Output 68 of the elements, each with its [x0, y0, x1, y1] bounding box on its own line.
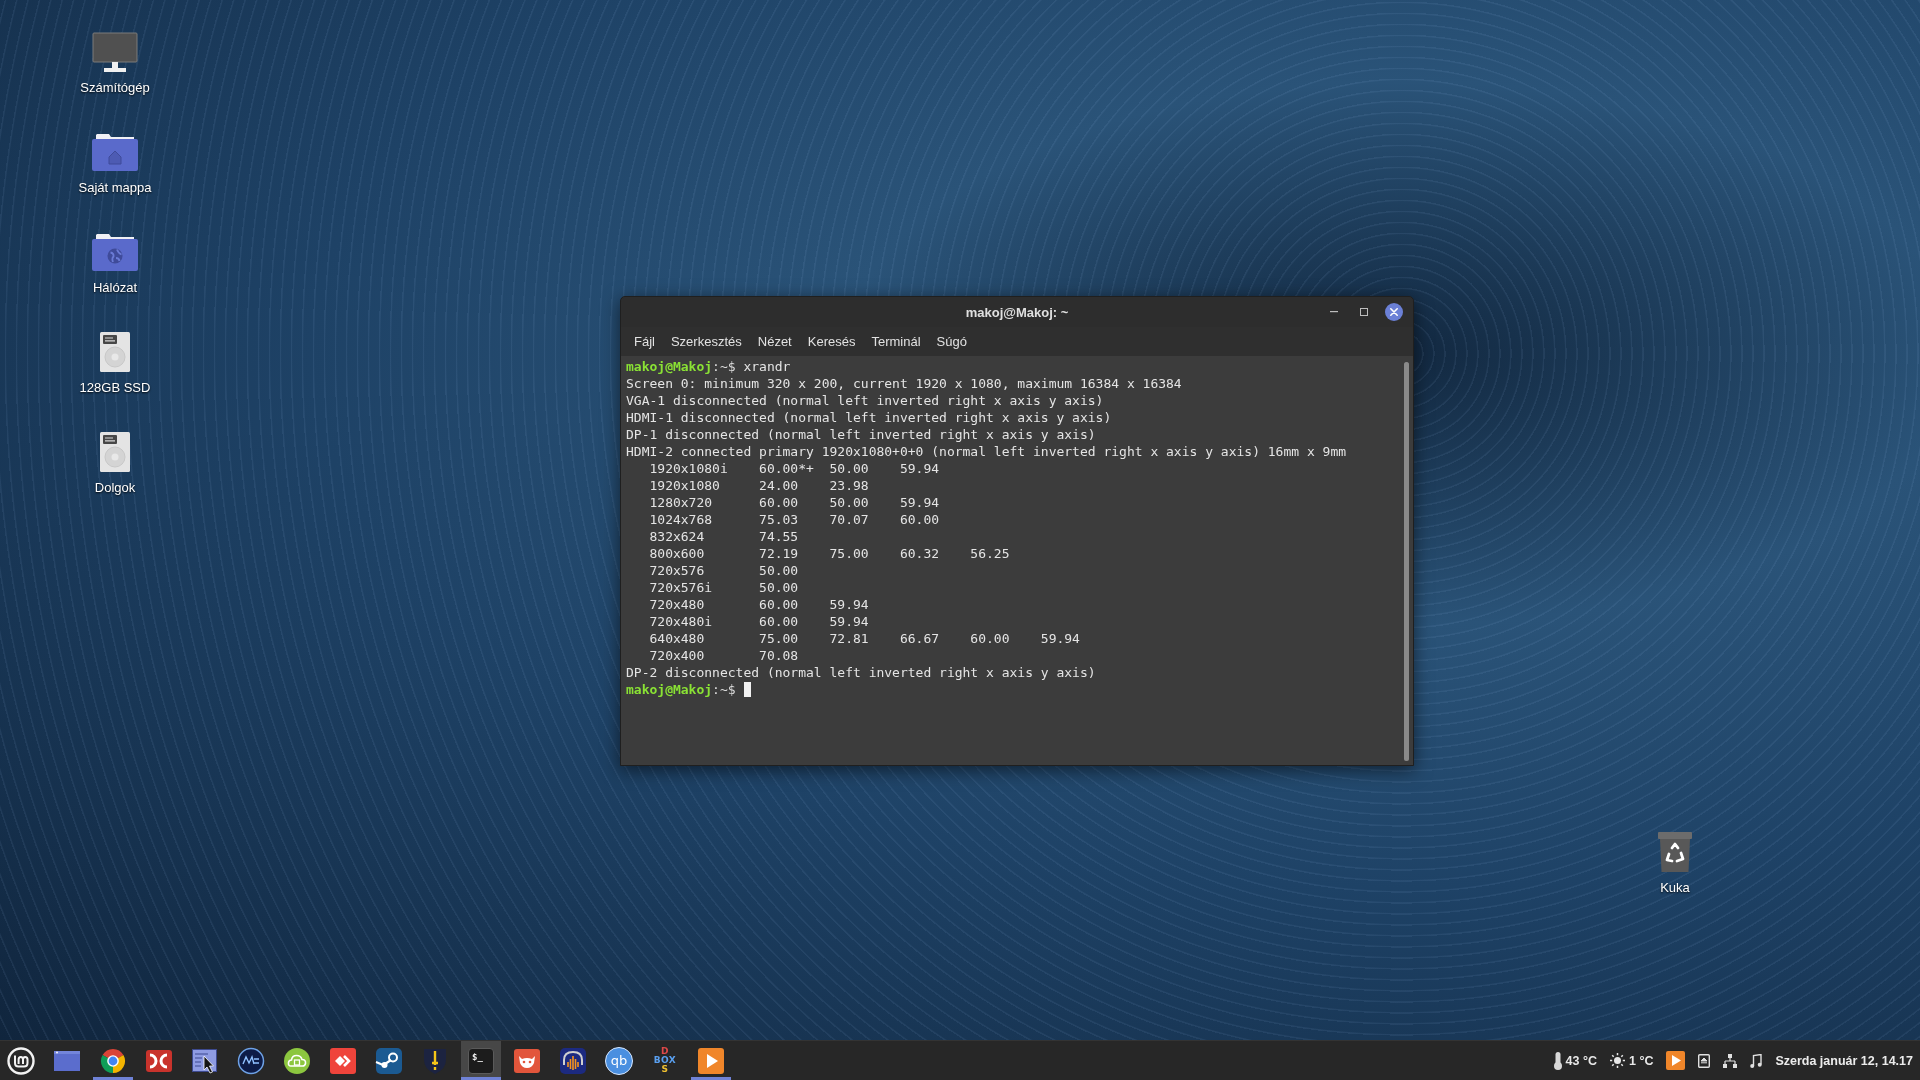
- diamond-tile-icon: [329, 1046, 357, 1075]
- eject-drive-icon[interactable]: [1698, 1053, 1711, 1068]
- cpu-temperature: 43 °C: [1565, 1053, 1597, 1068]
- clock[interactable]: Szerda január 12, 14.17: [1775, 1053, 1913, 1068]
- music-note-icon[interactable]: [1750, 1053, 1763, 1068]
- taskbar-button[interactable]: D BOX S: [645, 1041, 685, 1080]
- play-tile-icon: [697, 1046, 725, 1075]
- terminal-line: 720x576i 50.00: [648, 579, 799, 596]
- drive-icon[interactable]: [100, 332, 130, 372]
- terminal-icon: $_: [468, 1047, 494, 1074]
- sun-icon: [1609, 1053, 1625, 1068]
- terminal-line: 640x480 75.00 72.81 66.67 60.00 59.94: [648, 630, 1080, 647]
- desktop-icon-label[interactable]: Számítógép: [80, 80, 150, 96]
- terminal-line: 1920x1080i 60.00*+ 50.00 59.94: [648, 460, 940, 477]
- scrollbar[interactable]: [1404, 362, 1409, 761]
- desktop-icon-label[interactable]: Saját mappa: [78, 180, 152, 196]
- disc-icon: [237, 1046, 265, 1075]
- play-tile-icon[interactable]: [1666, 1051, 1686, 1070]
- terminal-line: HDMI-2 connected primary 1920x1080+0+0 (normal left inverted right x axis y axis) 16mm x 9mm: [626, 443, 1347, 460]
- terminal-line: 800x600 72.19 75.00 60.32 56.25: [648, 545, 1010, 562]
- terminal-line: Screen 0: minimum 320 x 200, current 1920 x 1080, maximum 16384 x 16384: [626, 375, 1182, 392]
- terminal-line: HDMI-1 disconnected (normal left inverted right x axis y axis): [626, 409, 1112, 426]
- thermometer-icon: [1553, 1051, 1562, 1070]
- letter-blocks-icon: D BOX S: [651, 1045, 679, 1076]
- terminal-line: 720x480i 60.00 59.94: [648, 613, 869, 630]
- terminal-line: 1024x768 75.03 70.07 60.00: [648, 511, 940, 528]
- desktop-icon-label[interactable]: Hálózat: [92, 280, 138, 296]
- letter-disc-icon: qb: [605, 1046, 633, 1075]
- monitor-icon[interactable]: [92, 32, 138, 72]
- desktop-icon-label[interactable]: Dolgok: [94, 480, 136, 496]
- terminal-line: 720x576 50.00: [648, 562, 799, 579]
- headphones-icon: [559, 1046, 587, 1075]
- terminal-line: DP-2 disconnected (normal left inverted right x axis y axis): [626, 664, 1096, 681]
- home-folder-icon[interactable]: [92, 133, 138, 171]
- terminal-line: 720x400 70.08: [648, 647, 799, 664]
- drive-icon[interactable]: [100, 432, 130, 472]
- pointer-window-icon: [191, 1046, 219, 1075]
- window-title: makoj@Makoj: ~: [965, 304, 1069, 320]
- lever-tile-icon: [375, 1046, 403, 1075]
- close-icon: [1385, 303, 1403, 321]
- terminal-line: makoj@Makoj:~$: [626, 681, 736, 698]
- terminal-line: makoj@Makoj:~$ xrandr: [626, 358, 791, 375]
- maximize-icon: [1360, 308, 1368, 316]
- menu-item[interactable]: Keresés: [799, 331, 864, 352]
- menu-item[interactable]: Terminál: [863, 331, 929, 352]
- network-icon[interactable]: [1723, 1053, 1738, 1068]
- tricolor-circle-icon: [99, 1046, 127, 1075]
- minimize-icon: [1330, 311, 1338, 313]
- terminal-line: VGA-1 disconnected (normal left inverted right x axis y axis): [626, 392, 1104, 409]
- desktop-icon-label[interactable]: Kuka: [1660, 880, 1690, 896]
- terminal-line: DP-1 disconnected (normal left inverted right x axis y axis): [626, 426, 1096, 443]
- trash-icon[interactable]: [1657, 831, 1693, 873]
- menu-item[interactable]: Súgó: [928, 331, 975, 352]
- taskbar-button[interactable]: $_: [461, 1041, 501, 1080]
- menu-item[interactable]: Szerkesztés: [662, 331, 750, 352]
- network-folder-icon[interactable]: [92, 233, 138, 271]
- logo-icon: [7, 1046, 35, 1075]
- weather-temperature: 1 °C: [1628, 1053, 1654, 1068]
- creature-tile-icon: [513, 1046, 541, 1075]
- menu-item[interactable]: Nézet: [749, 331, 800, 352]
- desktop-icon-label[interactable]: 128GB SSD: [79, 380, 151, 396]
- menu-item[interactable]: Fájl: [626, 331, 663, 352]
- cloud-icon: [283, 1046, 311, 1075]
- shield-sword-icon: [421, 1046, 449, 1075]
- terminal-line: 1280x720 60.00 50.00 59.94: [648, 494, 940, 511]
- terminal-line: 1920x1080 24.00 23.98: [648, 477, 869, 494]
- terminal-line: 720x480 60.00 59.94: [648, 596, 869, 613]
- terminal-line: 832x624 74.55: [648, 528, 799, 545]
